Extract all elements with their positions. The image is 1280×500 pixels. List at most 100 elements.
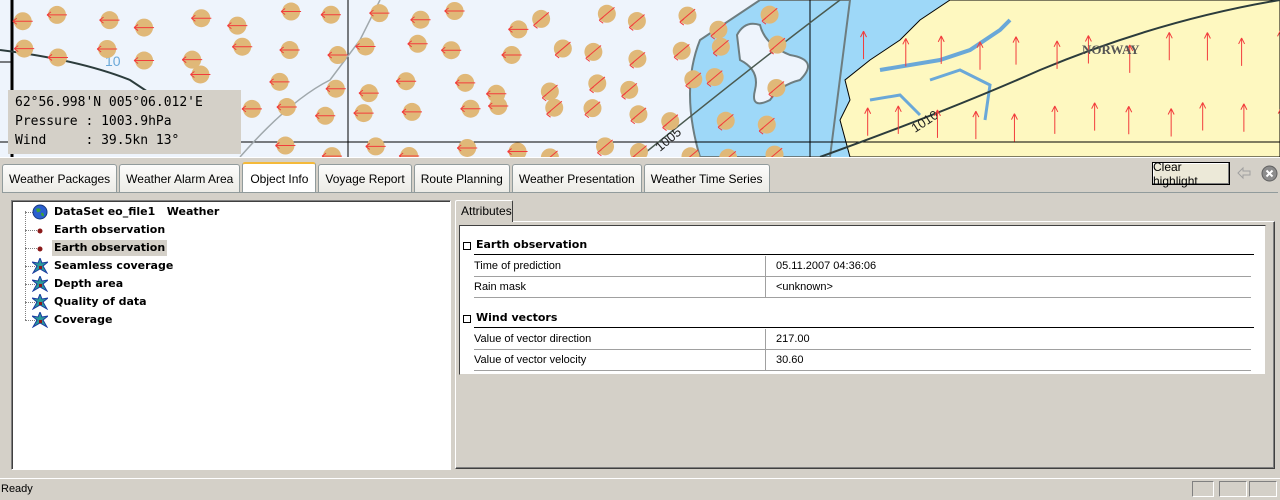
tab-object-info[interactable]: Object Info bbox=[242, 162, 317, 193]
tree-item-label: Earth observation bbox=[54, 223, 166, 236]
attribute-key: Rain mask bbox=[474, 281, 526, 293]
star-icon bbox=[32, 276, 48, 292]
observation-marker bbox=[395, 72, 417, 91]
tree-item-label: Coverage bbox=[54, 313, 113, 326]
attribute-row[interactable]: Value of vector direction 217.00 bbox=[474, 329, 1251, 350]
observation-marker bbox=[588, 74, 607, 94]
tree-item-label: Earth observation bbox=[52, 240, 168, 256]
observation-marker bbox=[321, 147, 343, 157]
status-text: Ready bbox=[1, 483, 33, 495]
close-icon bbox=[1261, 165, 1278, 182]
attribute-value: 30.60 bbox=[776, 354, 804, 366]
object-tree: DataSet eo_file1 Weather Earth observati… bbox=[11, 200, 451, 470]
wind-label: Wind bbox=[15, 133, 47, 148]
group-title: Earth observation bbox=[476, 238, 588, 251]
observation-marker bbox=[596, 137, 615, 157]
attribute-value: <unknown> bbox=[776, 281, 833, 293]
status-pane bbox=[1192, 481, 1214, 497]
observation-marker bbox=[627, 12, 646, 31]
status-bar: Ready bbox=[0, 478, 1280, 500]
observation-marker bbox=[628, 49, 647, 69]
observation-marker bbox=[584, 42, 603, 62]
tree-item-label: Depth area bbox=[54, 277, 124, 290]
collapse-toggle[interactable] bbox=[463, 315, 471, 323]
clear-highlight-button[interactable]: Clear highlight bbox=[1152, 160, 1230, 188]
observation-marker bbox=[355, 37, 376, 56]
tree-item-label: DataSet eo_file1 Weather bbox=[54, 205, 220, 218]
star-icon bbox=[32, 312, 48, 328]
observation-marker bbox=[629, 105, 648, 125]
observation-marker bbox=[191, 9, 212, 28]
observation-marker bbox=[279, 41, 300, 60]
tab-route-planning[interactable]: Route Planning bbox=[413, 164, 510, 192]
observation-marker bbox=[507, 142, 528, 157]
observation-marker bbox=[325, 79, 346, 98]
observation-marker bbox=[410, 10, 431, 29]
observation-marker bbox=[365, 137, 386, 156]
observation-marker bbox=[532, 9, 551, 29]
observation-marker bbox=[280, 2, 302, 21]
group-wind-vectors[interactable]: Wind vectors bbox=[463, 310, 1254, 328]
observation-marker bbox=[276, 98, 297, 117]
collapse-toggle[interactable] bbox=[463, 242, 471, 250]
tab-weather-presentation[interactable]: Weather Presentation bbox=[511, 164, 642, 192]
group-title: Wind vectors bbox=[476, 311, 558, 324]
close-panel-button[interactable] bbox=[1261, 165, 1278, 182]
country-label: NORWAY bbox=[1082, 42, 1140, 57]
group-earth-observation[interactable]: Earth observation bbox=[463, 237, 1254, 255]
tab-bar: Weather Packages Weather Alarm Area Obje… bbox=[2, 162, 772, 193]
wind-value: 39.5kn 13° bbox=[101, 133, 180, 148]
observation-marker bbox=[133, 18, 155, 37]
tab-voyage-report[interactable]: Voyage Report bbox=[318, 164, 412, 192]
observation-marker bbox=[46, 5, 68, 24]
dot-icon bbox=[32, 240, 48, 256]
observation-marker bbox=[275, 136, 296, 155]
observation-marker bbox=[583, 99, 602, 119]
observation-marker bbox=[353, 104, 374, 123]
pin-button[interactable] bbox=[1236, 165, 1252, 181]
weather-chart-map[interactable]: 10 1010 1005 NORWAY 62°56.998'N 005°06.0… bbox=[0, 0, 1280, 157]
observation-marker bbox=[269, 72, 290, 91]
observation-marker bbox=[545, 98, 564, 118]
attribute-row[interactable]: Value of vector velocity 30.60 bbox=[474, 350, 1251, 371]
observation-marker bbox=[672, 41, 691, 61]
isobar-line bbox=[239, 0, 381, 157]
attribute-key: Value of vector velocity bbox=[474, 354, 587, 366]
cursor-position: 62°56.998'N 005°06.012'E bbox=[15, 95, 203, 110]
pressure-label: Pressure bbox=[15, 114, 78, 129]
globe-icon bbox=[32, 204, 48, 220]
observation-marker bbox=[501, 45, 522, 64]
observation-marker bbox=[620, 80, 639, 100]
observation-marker bbox=[440, 41, 462, 60]
observation-marker bbox=[460, 99, 481, 118]
observation-marker bbox=[133, 51, 155, 70]
observation-marker bbox=[553, 39, 572, 59]
tab-divider bbox=[2, 192, 1278, 193]
observation-marker bbox=[454, 73, 476, 92]
tab-weather-packages[interactable]: Weather Packages bbox=[2, 164, 118, 192]
observation-marker bbox=[678, 6, 697, 26]
observation-marker bbox=[227, 16, 248, 35]
observation-marker bbox=[241, 99, 262, 118]
attribute-row[interactable]: Rain mask <unknown> bbox=[474, 277, 1251, 298]
attribute-value: 217.00 bbox=[776, 333, 810, 345]
observation-marker bbox=[398, 146, 420, 157]
observation-marker bbox=[47, 48, 68, 67]
pressure-value: 1003.9hPa bbox=[101, 114, 172, 129]
observation-marker bbox=[508, 20, 529, 39]
splitter[interactable] bbox=[0, 157, 1280, 160]
tab-attributes[interactable]: Attributes bbox=[455, 200, 513, 222]
observation-marker bbox=[369, 4, 390, 23]
observation-marker bbox=[12, 12, 33, 31]
observation-marker bbox=[314, 106, 336, 125]
attribute-row[interactable]: Time of prediction 05.11.2007 04:36:06 bbox=[474, 256, 1251, 277]
observation-marker bbox=[358, 84, 379, 103]
status-pane bbox=[1219, 481, 1247, 497]
attributes-grid: Earth observation Time of prediction 05.… bbox=[459, 225, 1266, 375]
tab-weather-alarm-area[interactable]: Weather Alarm Area bbox=[119, 164, 241, 192]
observation-marker bbox=[540, 148, 559, 157]
tab-weather-time-series[interactable]: Weather Time Series bbox=[643, 164, 770, 192]
observation-marker bbox=[320, 5, 341, 24]
attribute-value: 05.11.2007 04:36:06 bbox=[776, 260, 877, 272]
observation-marker bbox=[99, 11, 120, 30]
